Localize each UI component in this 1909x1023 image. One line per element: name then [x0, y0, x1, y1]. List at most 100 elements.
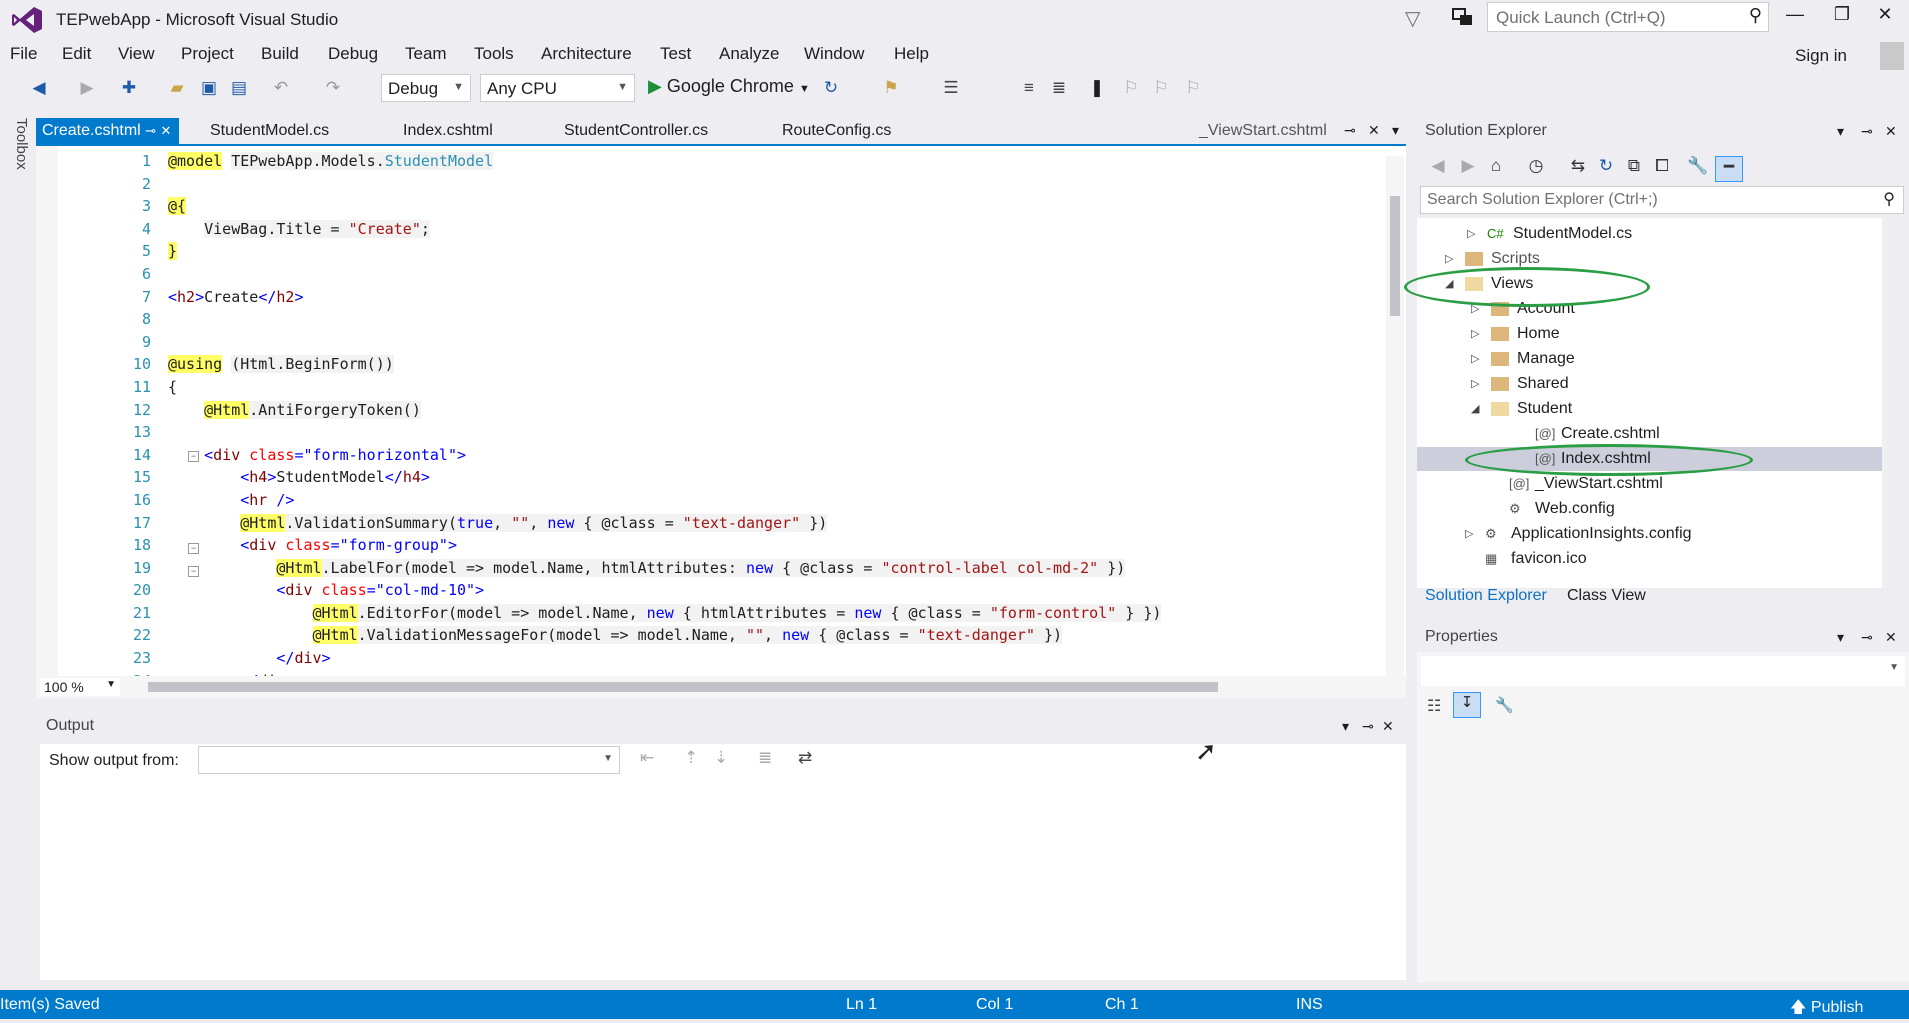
toolbox-tab[interactable]: Toolbox — [6, 118, 30, 188]
browser-link-icon[interactable]: ☰ — [940, 78, 962, 100]
close-icon[interactable]: ✕ — [1885, 629, 1897, 646]
tab-create-cshtml[interactable]: Create.cshtml ⊸ ✕ — [36, 118, 179, 144]
code-line[interactable]: @Html.ValidationSummary(true, "", new { … — [168, 512, 1408, 535]
menu-window[interactable]: Window — [804, 44, 864, 64]
close-icon[interactable]: ✕ — [1885, 123, 1897, 140]
expand-icon[interactable]: ▷ — [1471, 347, 1479, 371]
tab-viewstart-cshtml[interactable]: _ViewStart.cshtml — [1193, 118, 1333, 144]
save-icon[interactable]: ▣ — [198, 78, 220, 100]
menu-debug[interactable]: Debug — [328, 44, 378, 64]
undo-icon[interactable]: ↶ — [270, 78, 292, 100]
menu-test[interactable]: Test — [660, 44, 691, 64]
code-line[interactable]: @using (Html.BeginForm()) — [168, 353, 1408, 376]
solution-search-input[interactable]: Search Solution Explorer (Ctrl+;) ⚲ — [1420, 186, 1904, 214]
zoom-select[interactable]: 100 % ▼ — [40, 678, 120, 696]
pin-icon[interactable]: ⊸ — [145, 123, 156, 138]
chevron-down-icon[interactable]: ▾ — [1837, 123, 1844, 140]
comment-icon[interactable]: ≡ — [1018, 78, 1040, 100]
scroll-thumb[interactable] — [148, 682, 1218, 692]
code-line[interactable]: @Html.EditorFor(model => model.Name, new… — [168, 602, 1408, 625]
code-line[interactable]: ViewBag.Title = "Create"; — [168, 218, 1408, 241]
code-line[interactable]: @Html.LabelFor(model => model.Name, html… — [168, 557, 1408, 580]
pending-changes-icon[interactable]: ◷ — [1525, 156, 1547, 178]
code-line[interactable]: <div class="form-horizontal"> — [168, 444, 1408, 467]
close-icon[interactable]: ✕ — [1368, 122, 1380, 139]
platform-select[interactable]: Any CPU ▼ — [480, 74, 635, 102]
categorized-icon[interactable]: ☷ — [1427, 696, 1441, 716]
filter-icon[interactable]: ▽ — [1405, 6, 1420, 31]
forward-icon[interactable]: ▶ — [1457, 156, 1479, 178]
account-icon[interactable] — [1880, 42, 1904, 70]
back-icon[interactable]: ◀ — [28, 78, 50, 100]
menu-edit[interactable]: Edit — [62, 44, 91, 64]
minimize-button[interactable]: — — [1775, 4, 1815, 32]
pin-icon[interactable]: ⊸ — [1861, 123, 1873, 140]
code-line[interactable]: @model TEPwebApp.Models.StudentModel — [168, 150, 1408, 173]
expand-icon[interactable]: ▷ — [1471, 372, 1479, 396]
save-all-icon[interactable]: ▤ — [228, 78, 250, 100]
sync-icon[interactable]: ⇆ — [1567, 156, 1589, 178]
collapse-all-icon[interactable]: ⧉ — [1623, 156, 1645, 178]
tree-item-create-cshtml[interactable]: [@] Create.cshtml — [1535, 422, 1660, 446]
configuration-select[interactable]: Debug ▼ — [381, 74, 471, 102]
redo-icon[interactable]: ↷ — [322, 78, 344, 100]
code-line[interactable] — [168, 263, 1408, 286]
menu-team[interactable]: Team — [405, 44, 447, 64]
tab-index-cshtml[interactable]: Index.cshtml — [397, 118, 499, 144]
start-debugging-button[interactable]: ▶ Google Chrome ▼ — [648, 76, 810, 97]
code-line[interactable] — [168, 308, 1408, 331]
refresh-icon[interactable]: ↻ — [1595, 156, 1617, 178]
find-message-icon[interactable]: ⇤ — [640, 748, 654, 768]
code-line[interactable] — [168, 331, 1408, 354]
properties-panel[interactable]: ▼ ☷ ↧ 🔧 — [1417, 652, 1909, 982]
code-line[interactable]: <div class="col-md-10"> — [168, 579, 1408, 602]
menu-tools[interactable]: Tools — [474, 44, 514, 64]
properties-icon[interactable]: 🔧 — [1687, 156, 1709, 178]
expand-icon[interactable]: ▷ — [1445, 247, 1453, 271]
tree-item-applicationinsights-config[interactable]: ▷ ⚙ ApplicationInsights.config — [1465, 522, 1692, 546]
feedback-icon[interactable] — [1450, 4, 1476, 30]
output-source-select[interactable]: ▼ — [198, 746, 620, 774]
new-project-icon[interactable]: ✚ — [118, 78, 140, 100]
tree-item-studentmodel-cs[interactable]: ▷ C# StudentModel.cs — [1467, 222, 1632, 246]
code-text[interactable]: @model TEPwebApp.Models.StudentModel @{ … — [168, 150, 1408, 692]
alphabetical-icon[interactable]: ↧ — [1453, 692, 1481, 718]
horizontal-scrollbar[interactable]: 100 % ▼ — [36, 676, 1406, 698]
close-icon[interactable]: ✕ — [1382, 718, 1394, 735]
tree-item-student[interactable]: ◢ Student — [1471, 397, 1572, 421]
clear-all-icon[interactable]: ≣ — [758, 748, 772, 768]
vertical-scrollbar[interactable] — [1386, 156, 1404, 676]
menu-analyze[interactable]: Analyze — [719, 44, 779, 64]
code-line[interactable]: <h2>Create</h2> — [168, 286, 1408, 309]
code-line[interactable]: </div> — [168, 647, 1408, 670]
code-line[interactable]: <hr /> — [168, 489, 1408, 512]
expand-icon[interactable]: ▷ — [1467, 222, 1475, 246]
code-line[interactable] — [168, 421, 1408, 444]
tree-item-web-config[interactable]: ⚙ Web.config — [1509, 497, 1615, 521]
tree-item-manage[interactable]: ▷ Manage — [1471, 347, 1575, 371]
property-pages-icon[interactable]: 🔧 — [1495, 696, 1514, 714]
clear-bookmarks-icon[interactable]: ⚐ — [1182, 78, 1204, 100]
preview-icon[interactable]: ━ — [1715, 156, 1743, 182]
previous-message-icon[interactable]: ⇡ — [684, 748, 698, 768]
tab-studentmodel-cs[interactable]: StudentModel.cs — [204, 118, 335, 144]
pin-icon[interactable]: ⊸ — [1362, 718, 1374, 735]
chevron-down-icon[interactable]: ▾ — [1342, 718, 1349, 735]
close-button[interactable]: ✕ — [1865, 4, 1905, 32]
show-all-files-icon[interactable]: ⧠ — [1651, 156, 1673, 178]
sign-in-link[interactable]: Sign in — [1795, 46, 1847, 66]
collapse-icon[interactable]: ◢ — [1471, 397, 1479, 421]
code-editor[interactable]: 1 2 3 4 5 6 7 8 9 10 11 12 13 14 15 16 1… — [36, 144, 1406, 694]
back-icon[interactable]: ◀ — [1427, 156, 1449, 178]
quick-launch-input[interactable]: Quick Launch (Ctrl+Q) ⚲ — [1487, 2, 1769, 32]
code-line[interactable]: <div class="form-group"> — [168, 534, 1408, 557]
chevron-down-icon[interactable]: ▾ — [1837, 629, 1844, 646]
code-line[interactable]: @{ — [168, 195, 1408, 218]
refresh-icon[interactable]: ↻ — [820, 78, 842, 100]
home-icon[interactable]: ⌂ — [1485, 156, 1507, 178]
prev-bookmark-icon[interactable]: ⚐ — [1120, 78, 1142, 100]
chevron-down-icon[interactable]: ▾ — [1392, 122, 1399, 139]
find-icon[interactable]: ⚑ — [880, 78, 902, 100]
next-message-icon[interactable]: ⇣ — [714, 748, 728, 768]
tab-solution-explorer[interactable]: Solution Explorer — [1425, 587, 1547, 605]
